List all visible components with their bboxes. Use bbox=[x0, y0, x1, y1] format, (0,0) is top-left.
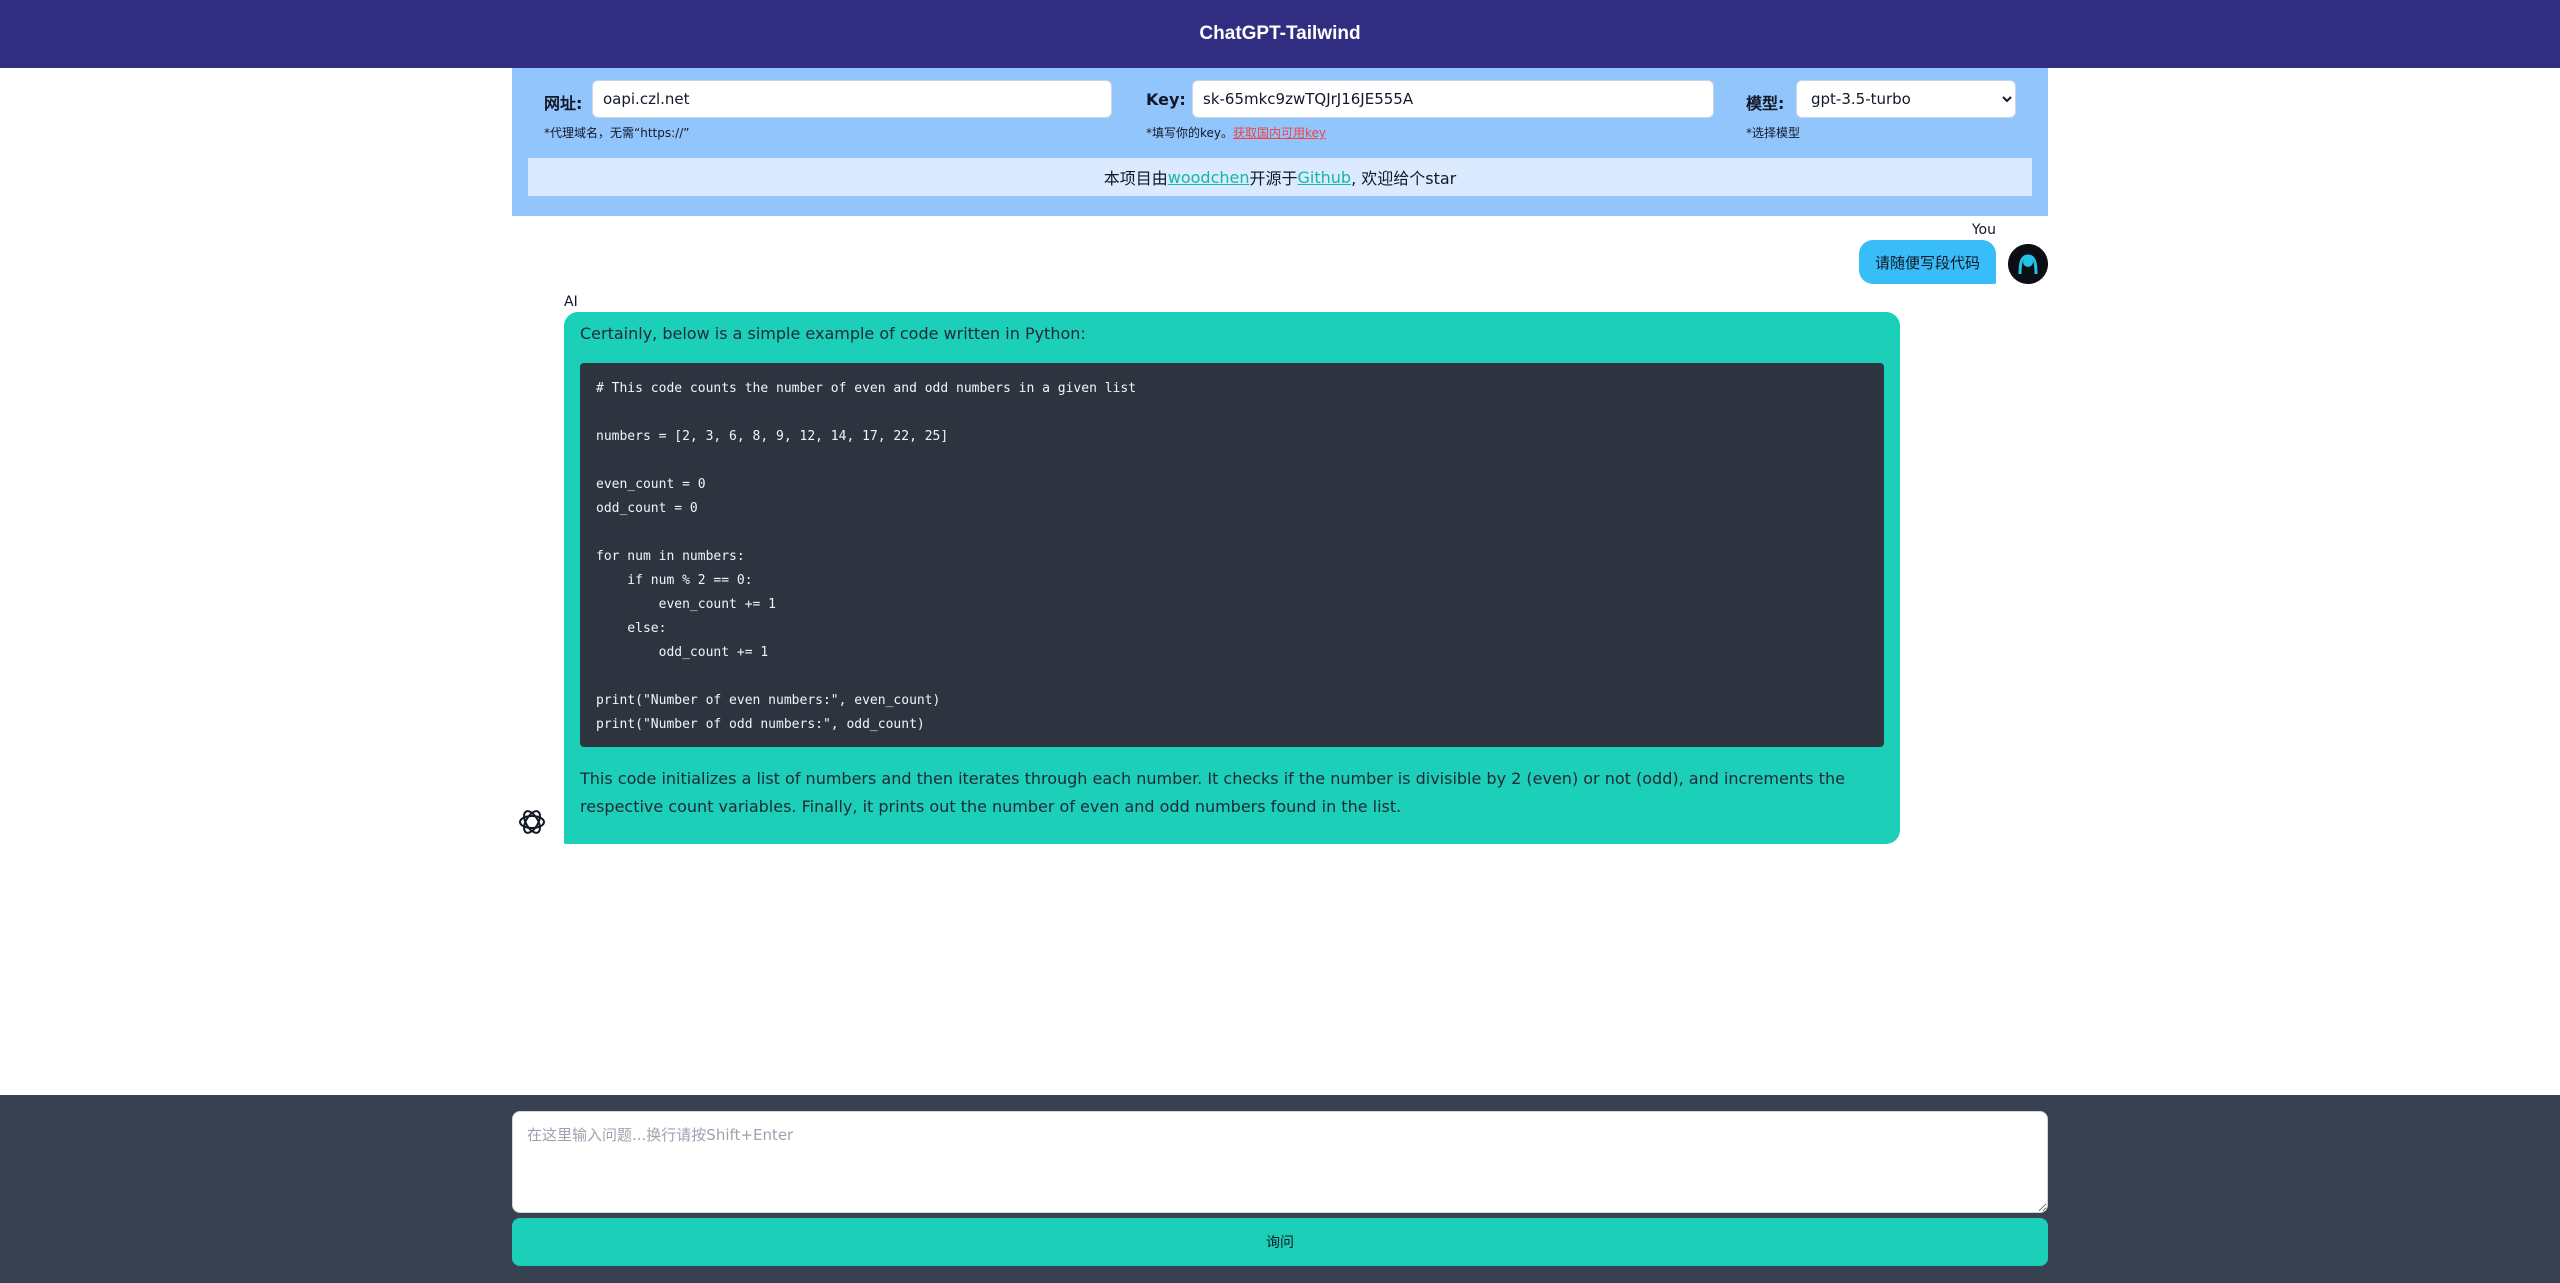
get-key-link[interactable]: 获取国内可用key bbox=[1233, 126, 1326, 140]
app-header: ChatGPT-Tailwind bbox=[0, 0, 2560, 68]
question-input[interactable] bbox=[512, 1111, 2048, 1213]
notice-mid: 开源于 bbox=[1249, 169, 1298, 188]
chat-area: You 请随便写段代码 AI Certainly, below is a sim… bbox=[512, 216, 2048, 1096]
url-hint: *代理域名，无需“https://” bbox=[544, 126, 690, 140]
notice-suffix: , 欢迎给个star bbox=[1351, 169, 1457, 188]
user-message-text: 请随便写段代码 bbox=[1874, 253, 1980, 272]
github-link[interactable]: Github bbox=[1298, 168, 1352, 187]
composer-bar: 询问 bbox=[0, 1095, 2560, 1283]
key-input[interactable] bbox=[1192, 80, 1714, 118]
author-link[interactable]: woodchen bbox=[1168, 168, 1250, 187]
ai-message-bubble: Certainly, below is a simple example of … bbox=[564, 312, 1900, 844]
ai-intro-text: Certainly, below is a simple example of … bbox=[580, 324, 1086, 343]
ask-button[interactable]: 询问 bbox=[512, 1218, 2048, 1266]
user-message-bubble: 请随便写段代码 bbox=[1858, 240, 1996, 284]
key-label: Key: bbox=[1146, 90, 1186, 109]
notice-prefix: 本项目由 bbox=[1103, 169, 1168, 188]
model-hint: *选择模型 bbox=[1746, 126, 1801, 140]
settings-panel: 网址: *代理域名，无需“https://” Key: *填写你的key。获取国… bbox=[512, 68, 2048, 216]
project-notice: 本项目由 woodchen 开源于 Github, 欢迎给个star bbox=[528, 158, 2032, 196]
model-label: 模型: bbox=[1746, 94, 1785, 113]
key-hint: *填写你的key。获取国内可用key bbox=[1146, 124, 1326, 141]
model-select[interactable]: gpt-3.5-turbo bbox=[1796, 80, 2016, 118]
app-title: ChatGPT-Tailwind bbox=[1199, 23, 1361, 44]
ai-name-label: AI bbox=[564, 294, 578, 310]
url-label: 网址: bbox=[544, 94, 583, 113]
url-input[interactable] bbox=[592, 80, 1112, 118]
code-block: # This code counts the number of even an… bbox=[580, 363, 1884, 747]
ai-outro-text: This code initializes a list of numbers … bbox=[580, 769, 1845, 816]
key-hint-text: *填写你的key。 bbox=[1146, 126, 1234, 140]
user-name-label: You bbox=[1971, 222, 1996, 238]
user-avatar-icon bbox=[2008, 244, 2048, 284]
openai-logo-icon bbox=[516, 806, 548, 838]
